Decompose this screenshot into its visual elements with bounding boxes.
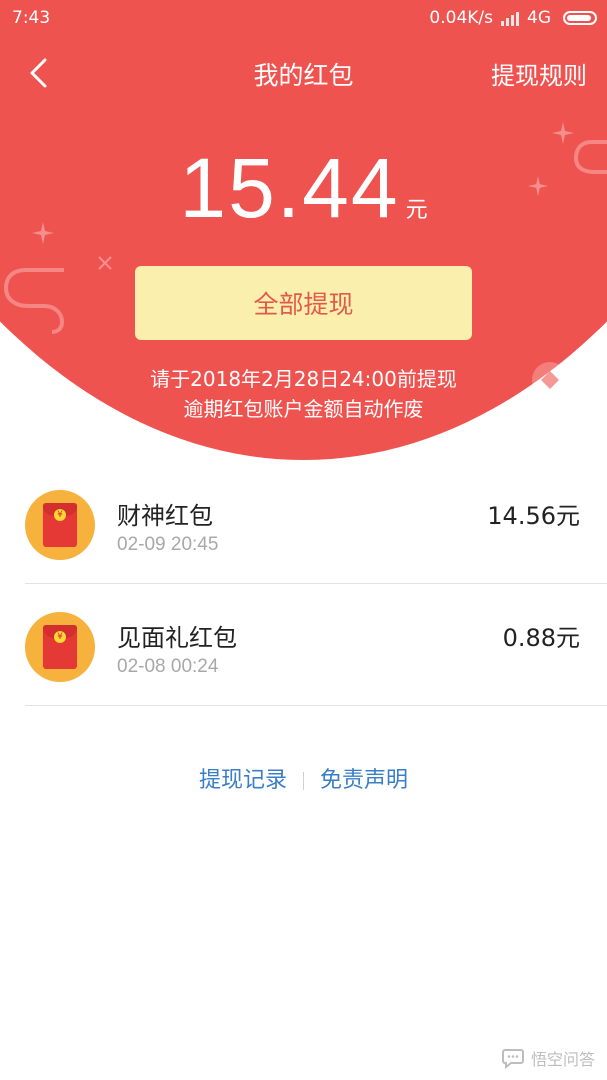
packet-time: 02-08 00:24 [117, 656, 219, 677]
disclaimer-link[interactable]: 免责声明 [320, 768, 408, 793]
watermark-text: 悟空问答 [530, 1050, 595, 1069]
cloud-swirl-icon [4, 268, 65, 334]
deadline-notice: 请于2018年2月28日24:00前提现 [150, 367, 457, 391]
red-packet-list: ¥ 财神红包 02-09 20:45 14.56元 ¥ 见面礼红包 02-08 … [0, 462, 607, 706]
balance-unit: 元 [405, 198, 428, 223]
signal-icon [501, 10, 519, 26]
list-item[interactable]: ¥ 财神红包 02-09 20:45 14.56元 [0, 462, 607, 584]
status-time: 7:43 [12, 8, 51, 28]
packet-name: 财神红包 [117, 502, 213, 530]
status-right: 0.04K/s 4G [429, 8, 597, 28]
header-panel: 7:43 0.04K/s 4G 我的红包 提现规则 15.44 元 全部提现 请于… [0, 0, 607, 470]
footer-links: 提现记录 免责声明 [0, 762, 607, 794]
divider [25, 705, 607, 706]
cross-sparkle-icon [98, 256, 112, 270]
red-envelope-icon: ¥ [25, 612, 95, 682]
network-type: 4G [527, 8, 551, 28]
withdraw-history-link[interactable]: 提现记录 [199, 768, 287, 793]
packet-amount: 14.56元 [487, 502, 580, 530]
red-envelope-icon: ¥ [25, 490, 95, 560]
packet-amount: 0.88元 [502, 624, 580, 652]
packet-name: 见面礼红包 [117, 624, 237, 652]
list-item[interactable]: ¥ 见面礼红包 02-08 00:24 0.88元 [0, 584, 607, 706]
withdraw-all-button[interactable]: 全部提现 [135, 266, 472, 340]
watermark: 悟空问答 [501, 1046, 595, 1070]
balance-display: 15.44 元 [0, 140, 607, 237]
balance-amount: 15.44 [179, 141, 400, 235]
link-separator [303, 772, 304, 790]
speech-bubble-icon [501, 1049, 524, 1070]
packet-time: 02-09 20:45 [117, 534, 219, 555]
status-bar: 7:43 0.04K/s 4G [0, 0, 607, 36]
network-speed: 0.04K/s [429, 8, 493, 28]
expiry-notice: 逾期红包账户金额自动作废 [183, 397, 424, 421]
battery-icon [563, 11, 597, 25]
withdraw-rules-link[interactable]: 提现规则 [491, 56, 587, 91]
